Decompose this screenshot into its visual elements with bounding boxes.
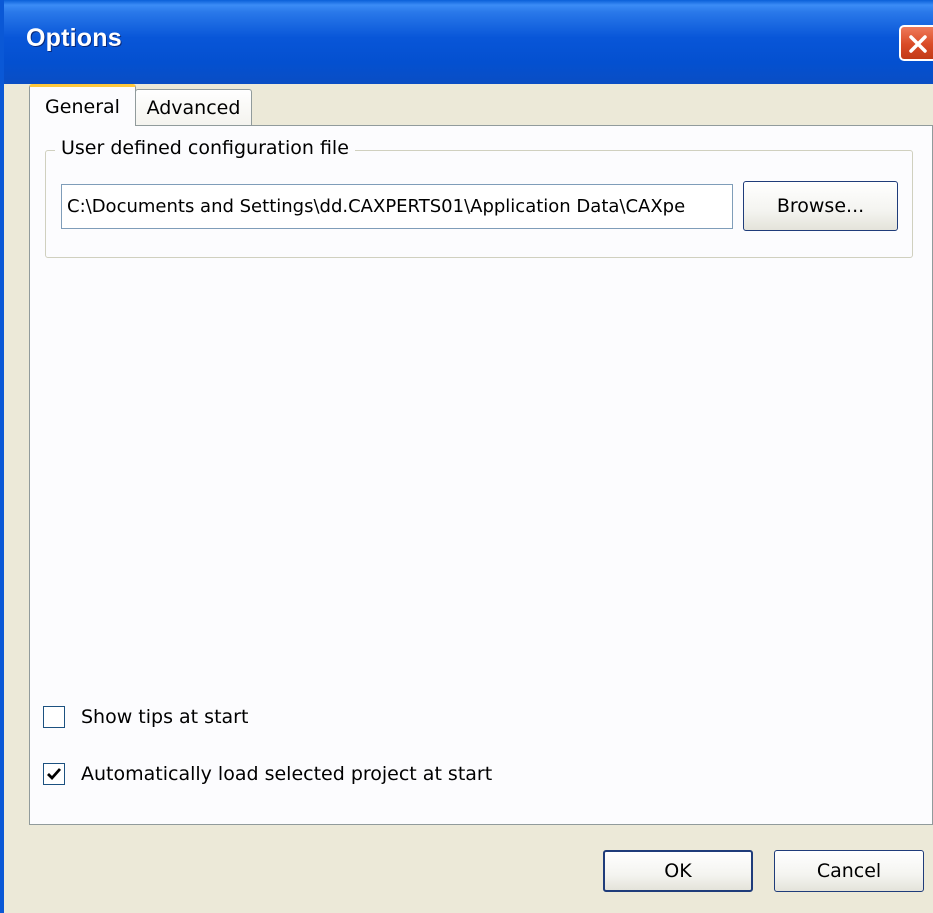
title-bar[interactable]: Options	[4, 0, 933, 84]
browse-button[interactable]: Browse...	[743, 181, 898, 231]
auto-load-label: Automatically load selected project at s…	[81, 763, 493, 785]
tab-advanced[interactable]: Advanced	[135, 89, 252, 126]
checkmark-icon	[47, 768, 62, 781]
options-dialog: Options General Advanced User defined co…	[0, 0, 933, 913]
config-file-group-label: User defined configuration file	[55, 137, 355, 159]
config-path-input[interactable]	[61, 184, 733, 229]
auto-load-option[interactable]: Automatically load selected project at s…	[43, 763, 492, 785]
ok-button[interactable]: OK	[603, 850, 753, 892]
cancel-button[interactable]: Cancel	[774, 850, 924, 892]
config-file-group: User defined configuration file Browse..…	[45, 137, 913, 258]
show-tips-label: Show tips at start	[81, 706, 249, 728]
auto-load-checkbox[interactable]	[43, 763, 65, 785]
show-tips-checkbox[interactable]	[43, 706, 65, 728]
close-button[interactable]	[899, 25, 933, 61]
general-tab-panel: User defined configuration file Browse..…	[29, 125, 933, 825]
tab-general-label: General	[45, 95, 120, 118]
show-tips-option[interactable]: Show tips at start	[43, 706, 248, 728]
tab-general[interactable]: General	[29, 84, 136, 126]
tab-advanced-label: Advanced	[146, 97, 241, 119]
window-title: Options	[26, 24, 122, 52]
